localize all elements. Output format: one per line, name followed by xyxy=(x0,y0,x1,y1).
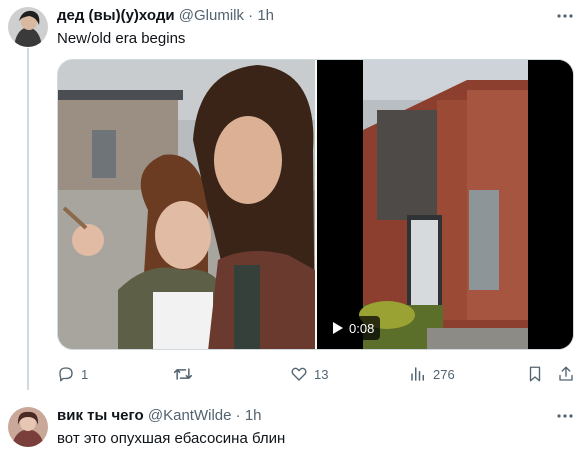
reply-author-name[interactable]: вик ты чего xyxy=(57,407,144,424)
header-separator: · xyxy=(248,7,254,24)
retweet-icon xyxy=(173,368,193,380)
views-button[interactable]: 276 xyxy=(409,364,455,384)
author-name[interactable]: дед (вы)(у)ходи xyxy=(57,7,175,24)
play-icon xyxy=(333,322,343,334)
tweet-header: дед (вы)(у)ходи @Glumilk · 1h xyxy=(57,6,274,26)
photo-icon xyxy=(58,60,315,349)
share-icon xyxy=(559,366,573,381)
reply-author-avatar[interactable] xyxy=(8,407,48,447)
bookmark-button[interactable] xyxy=(527,364,543,384)
more-options-icon[interactable] xyxy=(555,6,575,26)
reply-header: вик ты чего @KantWilde · 1h xyxy=(57,406,262,426)
bookmark-icon xyxy=(529,366,541,382)
author-avatar[interactable] xyxy=(8,7,48,47)
video-duration-badge[interactable]: 0:08 xyxy=(327,316,381,340)
like-count: 13 xyxy=(314,366,329,382)
reply-text: вот это опухшая ебасосина блин xyxy=(57,430,286,447)
reply-header-separator: · xyxy=(235,407,241,424)
view-count: 276 xyxy=(433,366,455,382)
author-handle[interactable]: @Glumilk xyxy=(179,7,244,24)
tweet-text: New/old era begins xyxy=(57,30,186,47)
tweet-video[interactable]: 0:08 xyxy=(317,60,573,349)
reply-count: 1 xyxy=(81,366,89,382)
heart-icon xyxy=(291,367,307,381)
reply-icon xyxy=(59,367,73,382)
avatar-image xyxy=(8,7,48,47)
tweet-photo[interactable] xyxy=(58,60,315,349)
reply-button[interactable]: 1 xyxy=(57,364,88,384)
thread-connector-line xyxy=(27,48,29,390)
video-thumbnail-icon xyxy=(317,60,573,349)
tweet-action-bar: 1 13 276 xyxy=(57,364,574,384)
tweet-timestamp[interactable]: 1h xyxy=(257,7,274,24)
reply-timestamp[interactable]: 1h xyxy=(245,407,262,424)
avatar-image xyxy=(8,407,48,447)
share-button[interactable] xyxy=(557,364,575,384)
like-button[interactable]: 13 xyxy=(290,364,328,384)
tweet-media-grid: 0:08 xyxy=(57,59,574,350)
video-duration: 0:08 xyxy=(349,320,375,336)
views-chart-icon xyxy=(411,367,424,381)
reply-more-options-icon[interactable] xyxy=(555,406,575,426)
reply-author-handle[interactable]: @KantWilde xyxy=(148,407,232,424)
retweet-button[interactable] xyxy=(173,364,199,384)
